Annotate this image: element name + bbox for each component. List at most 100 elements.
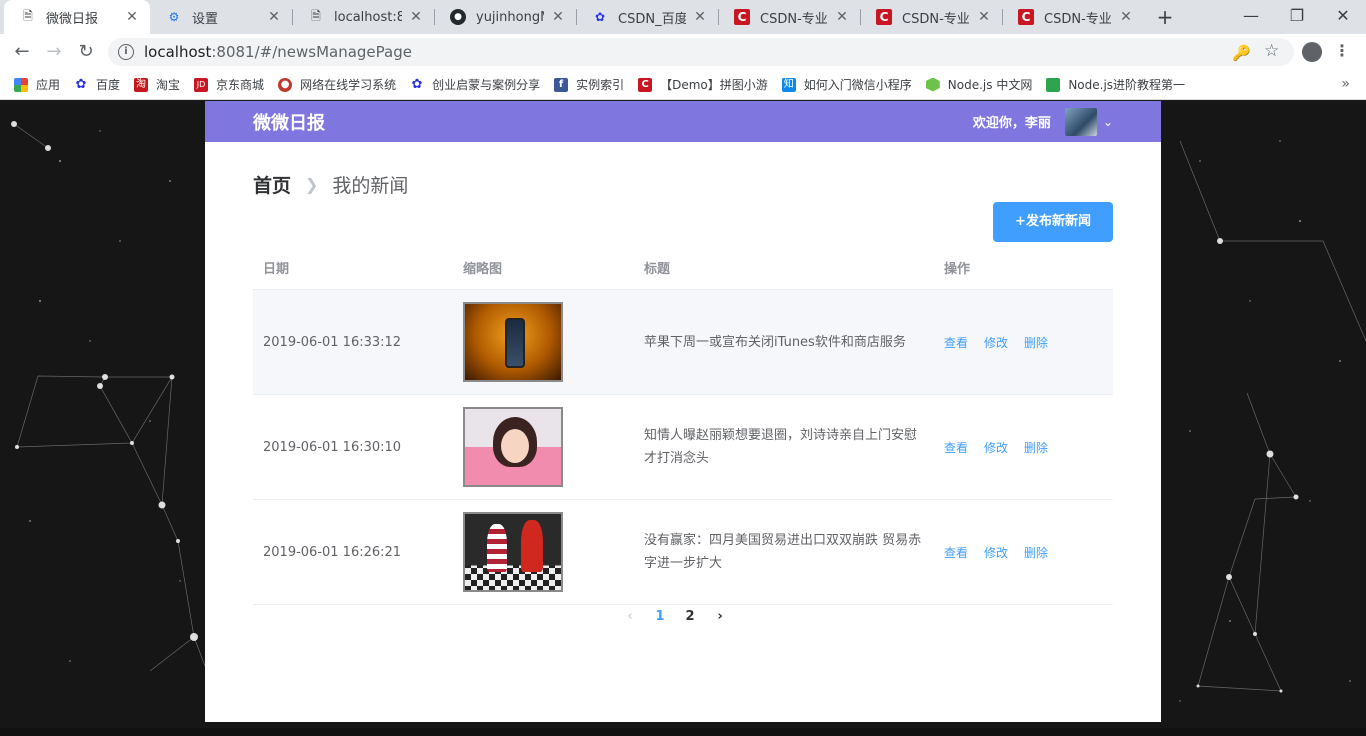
page-icon: 🗎 — [23, 8, 33, 23]
bookmark-label: 如何入门微信小程序 — [803, 78, 912, 92]
bookmark-item[interactable]: ✿ 创业启蒙与案例分享 — [410, 76, 540, 93]
row-title: 苹果下周一或宣布关闭iTunes软件和商店服务 — [644, 334, 906, 350]
bookmark-item[interactable]: 知如何入门微信小程序 — [781, 76, 912, 93]
forward-icon[interactable]: → — [42, 40, 66, 64]
bookmark-item[interactable]: Node.js 中文网 — [925, 76, 1033, 93]
row-date: 2019-06-01 16:33:12 — [263, 334, 402, 350]
close-icon[interactable]: ✕ — [976, 9, 992, 25]
new-tab-icon[interactable]: + — [1153, 5, 1177, 29]
close-icon[interactable]: ✕ — [692, 9, 708, 25]
row-actions: 查看 修改 删除 — [934, 439, 1113, 456]
edit-link[interactable]: 修改 — [984, 441, 1008, 455]
bookmark-label: 【Demo】拼图小游 — [660, 78, 768, 92]
facebook-icon: f — [554, 77, 569, 92]
view-link[interactable]: 查看 — [944, 441, 968, 455]
bookmark-label: 京东商城 — [216, 78, 265, 92]
nodejs-icon — [925, 77, 940, 92]
bookmark-item[interactable]: 淘淘宝 — [134, 76, 180, 93]
bookmark-item[interactable]: f 实例索引 — [554, 76, 624, 93]
profile-icon[interactable] — [1302, 42, 1322, 62]
key-icon[interactable]: 🔑 — [1232, 44, 1251, 62]
tab-label: yujinhongMN — [476, 9, 544, 25]
chevron-right-icon[interactable]: › — [705, 609, 735, 624]
app-header: 微微日报 欢迎你，李丽 ⌄ — [205, 101, 1161, 142]
chess-image — [463, 512, 563, 592]
close-icon[interactable]: ✕ — [1118, 9, 1134, 25]
restore-icon[interactable]: ❐ — [1274, 0, 1320, 34]
back-icon[interactable]: ← — [10, 40, 34, 64]
close-icon[interactable]: ✕ — [550, 9, 566, 25]
page-number[interactable]: 1 — [645, 609, 675, 624]
baidu-icon: ✿ — [411, 76, 423, 92]
address-bar[interactable]: i localhost:8081/#/newsManagePage — [108, 38, 1294, 66]
view-link[interactable]: 查看 — [944, 336, 968, 350]
close-icon[interactable]: ✕ — [834, 9, 850, 25]
tab-4[interactable]: ✿ CSDN_百度搜 ✕ — [576, 0, 718, 34]
csdn-icon: C — [876, 9, 892, 25]
tab-2[interactable]: 🗎 localhost:808 ✕ — [292, 0, 434, 34]
close-icon[interactable]: ✕ — [124, 9, 140, 25]
view-link[interactable]: 查看 — [944, 546, 968, 560]
bookmark-item[interactable]: 应用 — [14, 76, 60, 93]
app-container: 微微日报 欢迎你，李丽 ⌄ 首页 ❯ 我的新闻 +发布新新闻 日期 缩略图 标题… — [205, 101, 1161, 722]
tab-6[interactable]: C CSDN-专业IT ✕ — [860, 0, 1002, 34]
tab-1[interactable]: ⚙ 设置 ✕ — [150, 0, 292, 34]
bookmark-label: 实例索引 — [576, 78, 625, 92]
edit-link[interactable]: 修改 — [984, 336, 1008, 350]
browser-tab-bar: 🗎 微微日报 ✕ ⚙ 设置 ✕ 🗎 localhost:808 ✕ ● yuji… — [0, 0, 1366, 34]
url-host: localhost — [144, 43, 212, 61]
page-number[interactable]: 2 — [675, 609, 705, 624]
tab-label: CSDN-专业IT — [760, 11, 828, 27]
thumb-cell — [453, 407, 634, 487]
tab-3[interactable]: ● yujinhongMN ✕ — [434, 0, 576, 34]
chevron-right-icon[interactable]: » — [1341, 76, 1350, 92]
tab-label: CSDN-专业IT — [1044, 11, 1112, 27]
news-table: 日期 缩略图 标题 操作 2019-06-01 16:33:12 苹果下周一或宣… — [253, 245, 1113, 605]
star-icon[interactable]: ☆ — [1264, 41, 1279, 61]
bookmark-item[interactable]: ✿ 百度 — [74, 76, 120, 93]
avatar[interactable] — [1064, 107, 1097, 136]
menu-icon[interactable]: ⋮ — [1334, 41, 1350, 60]
minimize-icon[interactable]: — — [1228, 0, 1274, 34]
bookmark-item[interactable]: JD 京东商城 — [194, 76, 264, 93]
delete-link[interactable]: 删除 — [1024, 336, 1048, 350]
baidu-icon: ✿ — [75, 76, 87, 92]
row-title: 知情人曝赵丽颖想要退圈，刘诗诗亲自上门安慰才打消念头 — [644, 428, 918, 466]
row-date: 2019-06-01 16:26:21 — [263, 544, 402, 560]
publish-news-button[interactable]: +发布新新闻 — [993, 202, 1113, 242]
tab-7[interactable]: C CSDN-专业IT ✕ — [1002, 0, 1144, 34]
bookmark-item[interactable]: Node.js进阶教程第一 — [1046, 76, 1185, 93]
github-icon: ● — [450, 9, 466, 25]
tab-label: CSDN-专业IT — [902, 11, 970, 27]
page-viewport: 微微日报 欢迎你，李丽 ⌄ 首页 ❯ 我的新闻 +发布新新闻 日期 缩略图 标题… — [0, 101, 1366, 736]
edit-link[interactable]: 修改 — [984, 546, 1008, 560]
us-chess-piece — [487, 524, 507, 572]
chevron-left-icon[interactable]: ‹ — [615, 609, 645, 624]
page-icon: 🗎 — [311, 8, 321, 23]
tab-label: 设置 — [192, 11, 219, 27]
bookmark-label: Node.js 中文网 — [947, 78, 1033, 92]
window-close-icon[interactable]: ✕ — [1320, 0, 1366, 34]
bookmark-item[interactable]: C 【Demo】拼图小游 — [638, 76, 768, 93]
close-icon[interactable]: ✕ — [408, 9, 424, 25]
tab-0[interactable]: 🗎 微微日报 ✕ — [4, 0, 150, 34]
tab-label: CSDN_百度搜 — [618, 11, 686, 27]
column-header: 标题 — [644, 261, 671, 277]
bookmark-item[interactable]: ● 网络在线学习系统 — [278, 76, 396, 93]
close-icon[interactable]: ✕ — [266, 9, 282, 25]
tab-label: 微微日报 — [46, 11, 99, 27]
reload-icon[interactable]: ↻ — [74, 40, 98, 64]
tab-label: localhost:808 — [334, 9, 402, 25]
delete-link[interactable]: 删除 — [1024, 441, 1048, 455]
row-title: 没有赢家：四月美国贸易进出口双双崩跌 贸易赤字进一步扩大 — [644, 533, 922, 571]
chevron-down-icon[interactable]: ⌄ — [1103, 115, 1113, 129]
info-icon[interactable]: i — [118, 44, 134, 60]
column-header: 操作 — [944, 261, 971, 277]
delete-link[interactable]: 删除 — [1024, 546, 1048, 560]
tab-5[interactable]: C CSDN-专业IT ✕ — [718, 0, 860, 34]
breadcrumb-home[interactable]: 首页 — [253, 171, 291, 198]
csdn-icon: C — [1018, 9, 1034, 25]
taobao-icon: 淘 — [134, 77, 149, 92]
baidu-icon: ✿ — [594, 10, 606, 24]
pagination: ‹ 1 2 › — [615, 609, 735, 624]
